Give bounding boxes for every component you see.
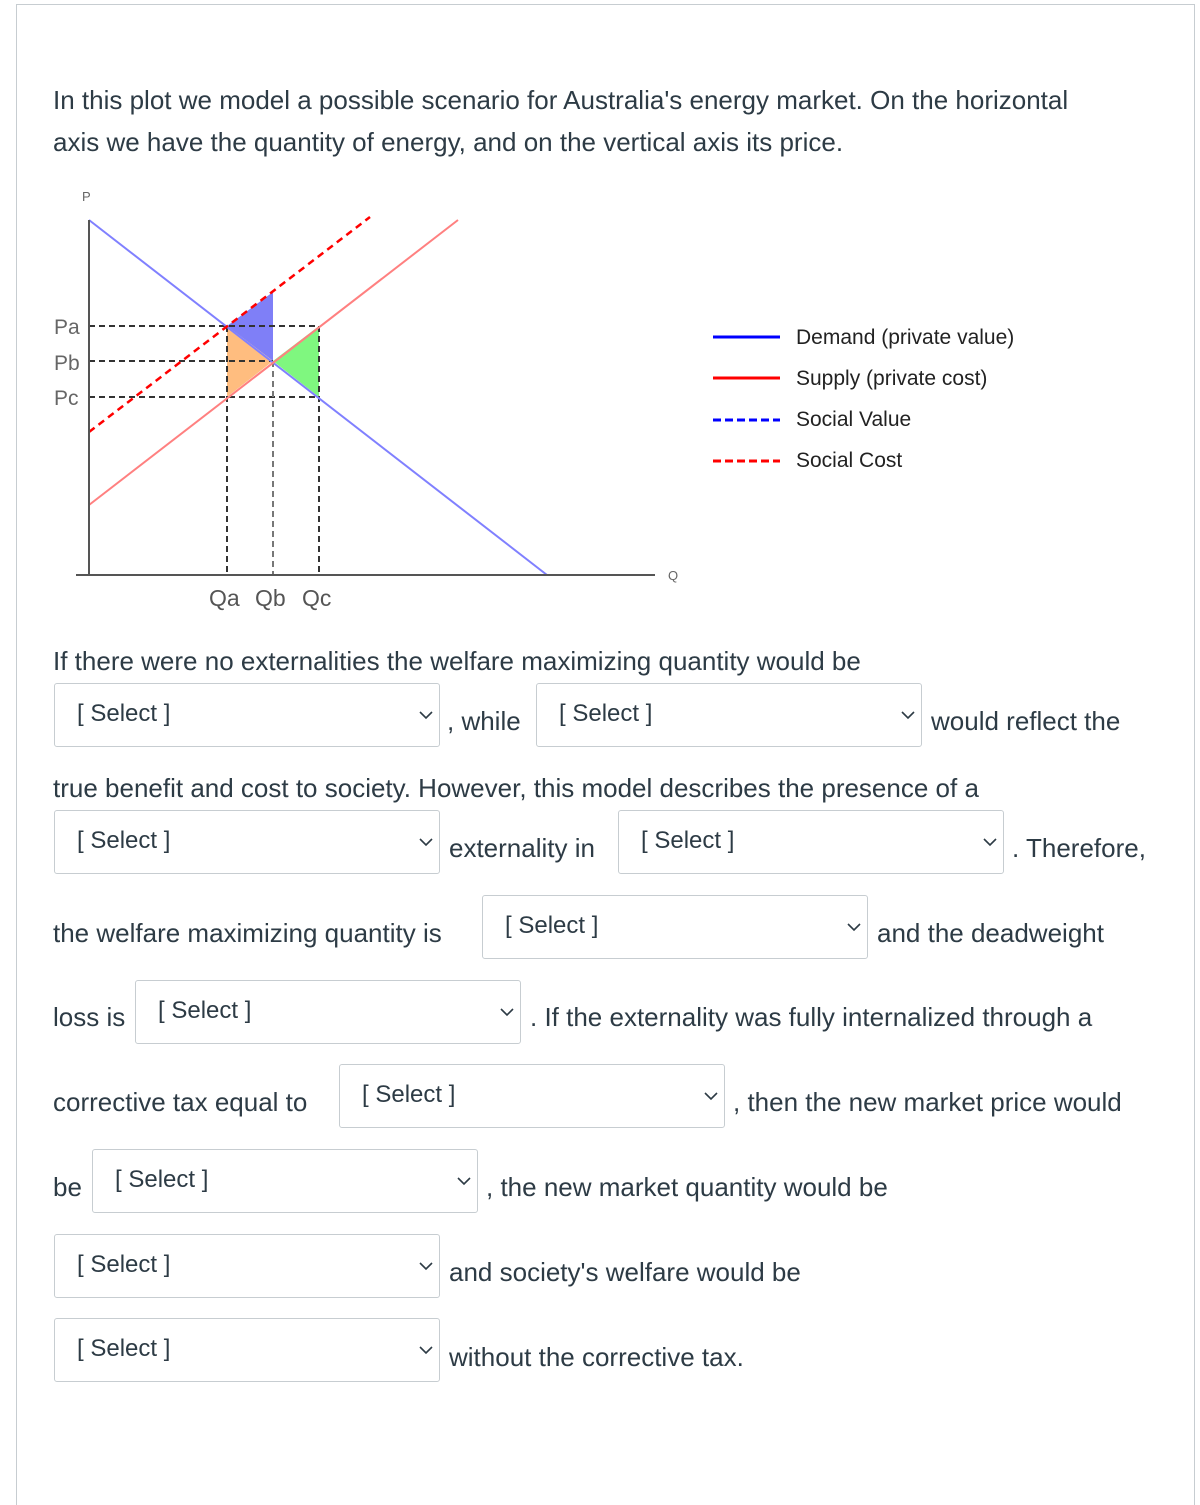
dropdown-7-value: [ Select ] [362, 1081, 456, 1108]
dropdown-8-value: [ Select ] [115, 1166, 209, 1193]
x-axis-label: Q [668, 568, 678, 583]
question-text-1: If there were no externalities the welfa… [53, 646, 861, 676]
chevron-down-icon [704, 1092, 718, 1101]
dropdown-5-value: [ Select ] [505, 912, 599, 939]
chevron-down-icon [419, 838, 433, 847]
qa-label: Qa [209, 585, 240, 611]
dropdown-9[interactable]: [ Select ] [54, 1234, 440, 1298]
dropdown-4[interactable]: [ Select ] [618, 810, 1004, 874]
dropdown-2[interactable]: [ Select ] [536, 683, 922, 747]
pb-label: Pb [54, 352, 80, 375]
dropdown-3[interactable]: [ Select ] [54, 810, 440, 874]
chevron-down-icon [500, 1008, 514, 1017]
question-text-11: corrective tax equal to [53, 1087, 308, 1117]
pa-label: Pa [54, 316, 80, 339]
supply-demand-diagram: P Q Pa Pb Pc Qa Qb Qc Demand (private va… [54, 189, 1014, 611]
question-text-9: loss is [53, 1002, 126, 1032]
chevron-down-icon [419, 711, 433, 720]
dropdown-4-value: [ Select ] [641, 827, 735, 854]
question-text-6: . Therefore, [1012, 833, 1146, 863]
legend-social-value-label: Social Value [796, 408, 911, 431]
chevron-down-icon [901, 711, 915, 720]
dropdown-10[interactable]: [ Select ] [54, 1318, 440, 1382]
legend-social-cost-label: Social Cost [796, 449, 902, 472]
dropdown-8[interactable]: [ Select ] [92, 1149, 478, 1213]
question-text-7: the welfare maximizing quantity is [53, 918, 442, 948]
chevron-down-icon [419, 1346, 433, 1355]
dropdown-1-value: [ Select ] [77, 700, 171, 727]
legend: Demand (private value) Supply (private c… [713, 326, 1014, 472]
question-text-13: be [53, 1172, 82, 1202]
dropdown-2-value: [ Select ] [559, 700, 653, 727]
legend-demand-label: Demand (private value) [796, 326, 1014, 349]
question-text-3: would reflect the [931, 706, 1121, 736]
dropdown-9-value: [ Select ] [77, 1251, 171, 1278]
question-text-16: without the corrective tax. [449, 1342, 744, 1372]
question-text-14: , the new market quantity would be [486, 1172, 888, 1202]
dropdown-6[interactable]: [ Select ] [135, 980, 521, 1044]
dropdown-3-value: [ Select ] [77, 827, 171, 854]
question-text-12: , then the new market price would [733, 1087, 1122, 1117]
dropdown-7[interactable]: [ Select ] [339, 1064, 725, 1128]
y-axis-label: P [82, 189, 91, 204]
dropdown-5[interactable]: [ Select ] [482, 895, 868, 959]
qc-label: Qc [302, 585, 331, 611]
dropdown-1[interactable]: [ Select ] [54, 683, 440, 747]
chevron-down-icon [457, 1177, 471, 1186]
question-text-8: and the deadweight [877, 918, 1104, 948]
question-text-4: true benefit and cost to society. Howeve… [53, 773, 979, 803]
question-text-10: . If the externality was fully internali… [530, 1002, 1093, 1032]
question-text-15: and society's welfare would be [449, 1257, 801, 1287]
qb-label: Qb [255, 585, 286, 611]
pc-label: Pc [54, 387, 79, 410]
chevron-down-icon [983, 838, 997, 847]
dropdown-6-value: [ Select ] [158, 997, 252, 1024]
chevron-down-icon [419, 1262, 433, 1271]
question-text-2: , while [447, 706, 521, 736]
legend-supply-label: Supply (private cost) [796, 367, 987, 390]
chevron-down-icon [847, 923, 861, 932]
dropdown-10-value: [ Select ] [77, 1335, 171, 1362]
question-text-5: externality in [449, 833, 595, 863]
green-area [273, 326, 319, 397]
